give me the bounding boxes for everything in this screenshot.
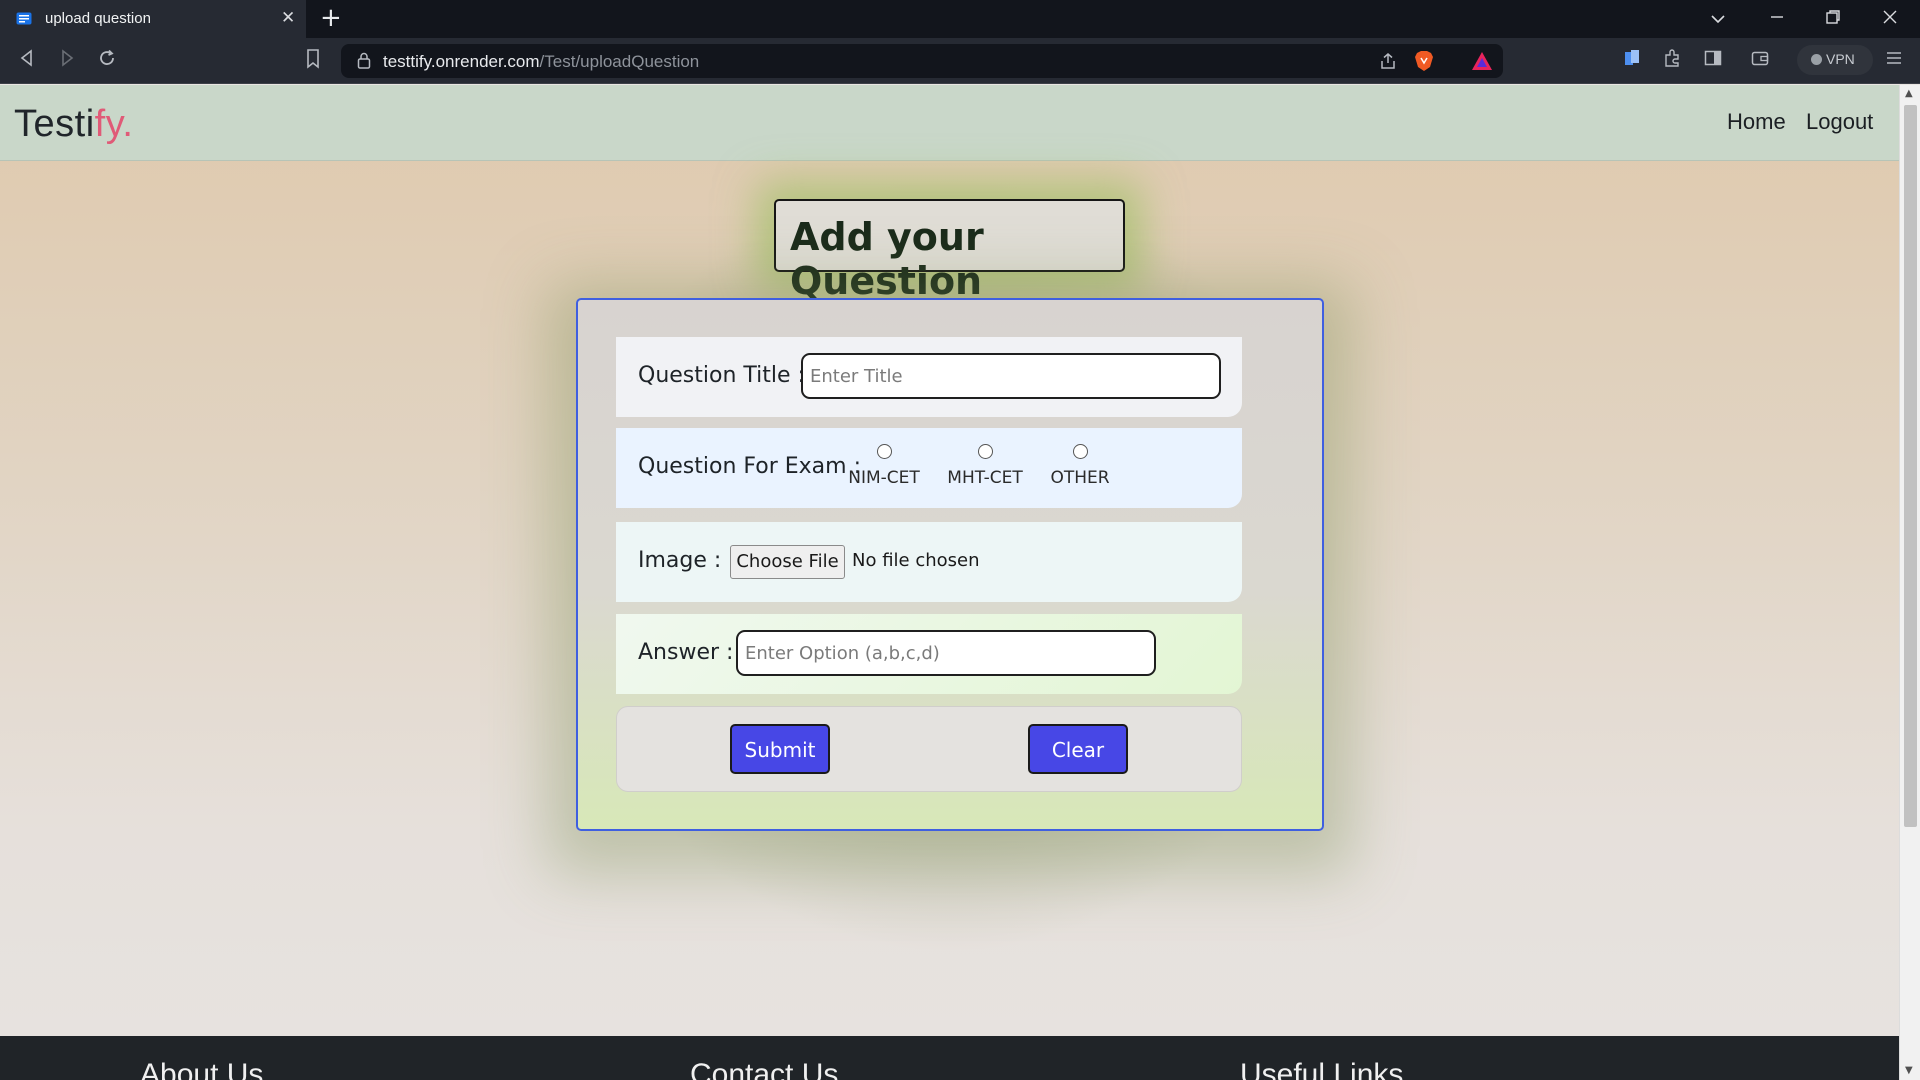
bookmark-icon[interactable] [305, 49, 321, 73]
lock-icon [357, 52, 371, 73]
answer-row: Answer : [616, 614, 1242, 694]
wallet-icon[interactable] [1751, 49, 1769, 71]
footer-heading-contact: Contact Us [690, 1058, 839, 1080]
radio-option-mht-cet[interactable]: MHT-CET [944, 444, 1026, 488]
extensions-icon[interactable] [1663, 49, 1681, 71]
file-status-text: No file chosen [852, 550, 980, 571]
close-window-icon[interactable] [1883, 9, 1897, 28]
url-text: testtify.onrender.com/Test/uploadQuestio… [383, 52, 699, 72]
question-title-row: Question Title : [616, 337, 1242, 417]
scroll-up-arrow-icon[interactable]: ▲ [1905, 88, 1913, 99]
page-favicon-icon [16, 12, 32, 25]
brand-accent: fy. [94, 103, 134, 145]
back-icon[interactable] [18, 49, 36, 71]
image-upload-row: Image : Choose File No file chosen [616, 522, 1242, 602]
radio-label: NIM-CET [848, 468, 920, 488]
form-actions-row: Submit Clear [616, 706, 1242, 792]
url-host: testtify.onrender.com [383, 52, 540, 71]
radio-button[interactable] [1072, 444, 1088, 459]
vpn-status-icon [1811, 54, 1822, 65]
question-title-input[interactable] [801, 353, 1221, 399]
brave-shields-icon[interactable] [1414, 50, 1434, 76]
answer-label: Answer : [638, 640, 734, 665]
minimize-window-icon[interactable] [1770, 9, 1784, 28]
footer-heading-links: Useful Links [1240, 1058, 1404, 1080]
brand-main: Testi [14, 103, 95, 145]
scrollbar-thumb[interactable] [1904, 105, 1917, 827]
browser-menu-icon[interactable] [1885, 49, 1903, 71]
share-icon[interactable] [1379, 52, 1397, 74]
url-path: /Test/uploadQuestion [539, 52, 700, 71]
clear-button[interactable]: Clear [1028, 724, 1128, 774]
close-tab-icon[interactable]: ✕ [281, 8, 295, 28]
radio-option-other[interactable]: OTHER [1048, 444, 1112, 488]
radio-label: MHT-CET [947, 468, 1023, 488]
radio-button[interactable] [876, 444, 892, 459]
browser-tab-strip: upload question ✕ + [0, 0, 1920, 38]
forward-icon[interactable] [58, 49, 76, 71]
scroll-down-arrow-icon[interactable]: ▼ [1905, 1065, 1913, 1076]
choose-file-button[interactable]: Choose File [730, 545, 845, 579]
page-viewport: Testify. Home Logout Add your Question Q… [0, 85, 1899, 1080]
browser-toolbar: testtify.onrender.com/Test/uploadQuestio… [0, 38, 1920, 84]
radio-label: OTHER [1050, 468, 1110, 488]
reading-list-icon[interactable] [1623, 49, 1641, 71]
brave-rewards-icon[interactable] [1471, 51, 1493, 75]
question-form: Question Title : Question For Exam : NIM… [576, 298, 1324, 831]
new-tab-button[interactable]: + [320, 4, 342, 32]
page-scrollbar[interactable]: ▲ ▼ [1899, 85, 1920, 1080]
radio-button[interactable] [977, 444, 993, 459]
page-title: Add your Question [790, 215, 984, 303]
site-navbar: Testify. Home Logout [0, 85, 1899, 161]
sidebar-toggle-icon[interactable] [1704, 49, 1722, 71]
image-label: Image : [638, 548, 722, 573]
browser-tab[interactable]: upload question ✕ [0, 0, 306, 38]
tab-title: upload question [45, 10, 151, 27]
exam-select-row: Question For Exam : NIM-CET MHT-CET OTHE… [616, 428, 1242, 508]
exam-label: Question For Exam : [638, 454, 861, 479]
radio-option-nim-cet[interactable]: NIM-CET [846, 444, 922, 488]
tab-list-chevron-icon[interactable] [1711, 9, 1725, 28]
nav-logout-link[interactable]: Logout [1806, 109, 1873, 135]
footer-heading-about: About Us [140, 1058, 264, 1080]
question-title-label: Question Title : [638, 363, 805, 388]
reload-icon[interactable] [98, 49, 116, 71]
site-logo[interactable]: Testify. [14, 103, 133, 146]
nav-home-link[interactable]: Home [1727, 109, 1786, 135]
submit-button[interactable]: Submit [730, 724, 830, 774]
site-footer: About Us Contact Us Useful Links [0, 1036, 1899, 1080]
vpn-button[interactable]: VPN [1797, 45, 1873, 75]
restore-window-icon[interactable] [1826, 9, 1840, 28]
page-title-box: Add your Question [774, 199, 1125, 303]
address-bar[interactable]: testtify.onrender.com/Test/uploadQuestio… [341, 44, 1503, 78]
vpn-label: VPN [1826, 51, 1855, 67]
answer-input[interactable] [736, 630, 1156, 676]
